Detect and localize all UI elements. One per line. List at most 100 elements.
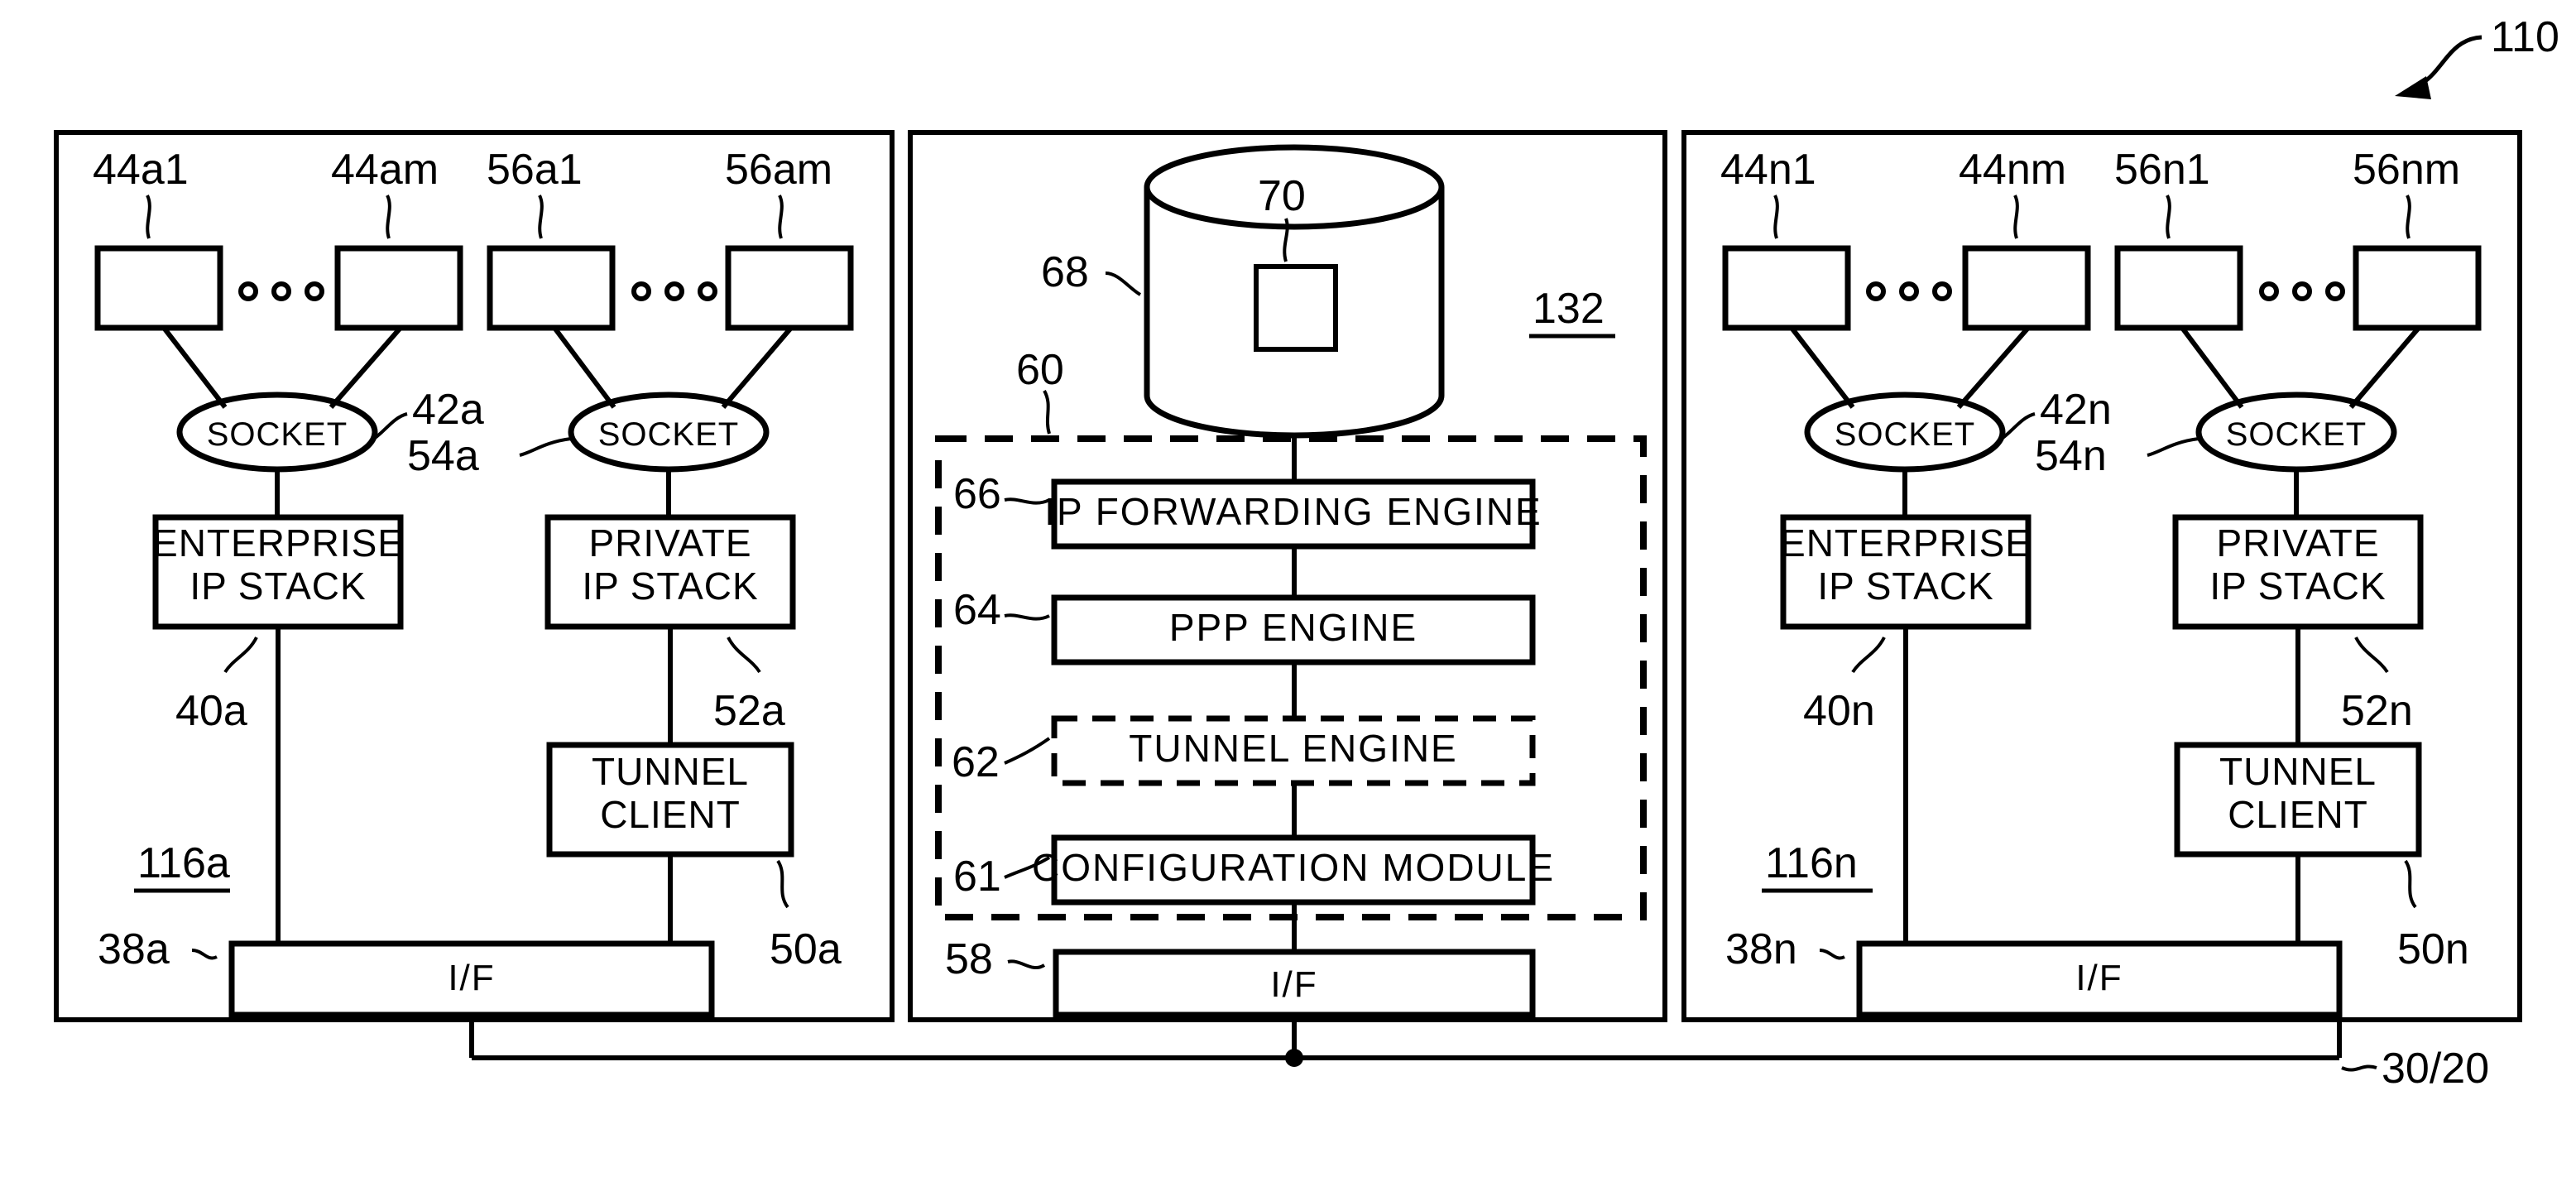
ref-58: 58 [945, 935, 993, 983]
ref-60: 60 [1016, 346, 1064, 394]
ref-52a: 52a [713, 687, 785, 735]
leader-50n [2404, 859, 2417, 909]
leader-bus [2341, 1064, 2377, 1072]
app-box-56a1 [487, 245, 616, 331]
ellipsis-dots-right-private [2259, 281, 2345, 301]
leader-42a [372, 412, 408, 440]
panel-right-116n: 44n1 44nm 56n1 56nm SOCKET SOCKET 42n 54… [1681, 130, 2522, 1022]
connector-44am-socket [329, 326, 403, 409]
connector-56a1-socket [552, 326, 616, 409]
enterprise-ip-stack-line2-right: IP STACK [1817, 565, 1993, 608]
app-box-44a1 [94, 245, 223, 331]
ref-42n: 42n [2040, 386, 2112, 434]
ref-61: 61 [953, 853, 1001, 901]
enterprise-ip-stack-line2-left: IP STACK [189, 565, 366, 608]
shared-bus-30-20: 30/20 [469, 1015, 2489, 1093]
leader-50a [776, 859, 789, 909]
leader-44am [386, 195, 391, 239]
leader-56am [778, 195, 784, 239]
private-ip-stack-line2-left: IP STACK [582, 565, 758, 608]
figure-number-text: 110 [2491, 13, 2559, 61]
leader-40a [223, 637, 258, 674]
engine-label-66: IP FORWARDING ENGINE [1044, 490, 1542, 533]
leader-38n [1819, 949, 1845, 960]
connector-44a1-socket [161, 326, 228, 409]
leader-44nm [2013, 195, 2019, 239]
ref-56am: 56am [725, 146, 832, 194]
ref-56a1: 56a1 [487, 146, 583, 194]
enterprise-ip-stack-line1-left: ENTERPRISE [152, 521, 404, 565]
database-record-70 [1254, 264, 1338, 352]
ref-54n: 54n [2035, 432, 2107, 480]
leader-52n [2354, 637, 2389, 674]
leader-66 [1004, 497, 1050, 505]
leader-40n [1851, 637, 1886, 674]
ref-bus-30-20: 30/20 [2382, 1045, 2489, 1093]
ref-44a1: 44a1 [93, 146, 189, 194]
tunnel-client-line2-right: CLIENT [2228, 793, 2368, 836]
ref-44am: 44am [331, 146, 439, 194]
ellipsis-dots-right-enterprise [1866, 281, 1952, 301]
app-box-44am [334, 245, 463, 331]
ref-132: 132 [1533, 285, 1605, 333]
socket-label-42n: SOCKET [1835, 416, 1975, 453]
engine-label-62: TUNNEL ENGINE [1129, 727, 1457, 770]
ref-50n: 50n [2397, 925, 2469, 973]
interface-label-right: I/F [2075, 958, 2123, 998]
socket-label-54a: SOCKET [598, 416, 739, 453]
engine-label-61: CONFIGURATION MODULE [1032, 846, 1555, 889]
tunnel-client-line1-left: TUNNEL [592, 750, 749, 793]
interface-label-left: I/F [448, 958, 495, 998]
private-ip-stack-line1-right: PRIVATE [2217, 521, 2380, 565]
ref-54a: 54a [407, 432, 479, 480]
ref-68: 68 [1041, 248, 1089, 296]
enterprise-ip-stack-line1-right: ENTERPRISE [1780, 521, 2032, 565]
socket-label-42a: SOCKET [207, 416, 348, 453]
panel-center-132: 68 70 132 60 IP FORWARDING ENGINE 66 PPP… [908, 130, 1667, 1022]
engine-label-64: PPP ENGINE [1169, 606, 1418, 649]
panel-left-116a: 44a1 44am 56a1 56am SOCKET SOCKET 42a 54… [54, 130, 895, 1022]
private-ip-stack-line1-left: PRIVATE [589, 521, 752, 565]
leader-56n1 [2166, 195, 2171, 239]
ref-40a: 40a [175, 687, 247, 735]
app-box-44n1 [1722, 245, 1851, 331]
leader-58 [1007, 959, 1046, 970]
ref-66: 66 [953, 470, 1001, 518]
connector-56am-socket [721, 326, 794, 409]
app-box-56nm [2353, 245, 2482, 331]
ref-62: 62 [952, 738, 1000, 786]
interface-label-center: I/F [1270, 964, 1317, 1005]
app-box-56am [725, 245, 854, 331]
leader-52a [727, 637, 761, 674]
leader-44a1 [146, 195, 151, 239]
leader-54n [2147, 437, 2199, 457]
leader-44n1 [1773, 195, 1779, 239]
leader-42n [2000, 412, 2036, 440]
app-box-56n1 [2114, 245, 2243, 331]
connector-44nm-socket [1956, 326, 2031, 409]
ref-64: 64 [953, 586, 1001, 634]
leader-56nm [2406, 195, 2411, 239]
patent-figure-canvas: 110 44a1 44am 56a1 56am SOCKET SOCKET 42… [0, 0, 2576, 1182]
ref-44nm: 44nm [1959, 146, 2066, 194]
ref-38n: 38n [1725, 925, 1797, 973]
ref-56nm: 56nm [2353, 146, 2460, 194]
figure-110-diagram: 110 44a1 44am 56a1 56am SOCKET SOCKET 42… [54, 13, 2559, 1093]
ref-70: 70 [1258, 172, 1306, 220]
leader-62 [1004, 737, 1051, 765]
leader-38a [191, 949, 218, 960]
tunnel-client-line1-right: TUNNEL [2219, 750, 2377, 793]
ref-56n1: 56n1 [2114, 146, 2210, 194]
leader-54a [519, 437, 572, 457]
ref-50a: 50a [770, 925, 842, 973]
ref-38a: 38a [98, 925, 170, 973]
connector-44n1-socket [1789, 326, 1855, 409]
leader-60 [1043, 390, 1051, 435]
leader-64 [1004, 613, 1050, 621]
figure-number-callout: 110 [2395, 13, 2559, 99]
ellipsis-dots-left-enterprise [238, 281, 324, 301]
ref-52n: 52n [2341, 687, 2413, 735]
ref-44n1: 44n1 [1720, 146, 1816, 194]
socket-label-54n: SOCKET [2226, 416, 2367, 453]
ellipsis-dots-left-private [631, 281, 717, 301]
